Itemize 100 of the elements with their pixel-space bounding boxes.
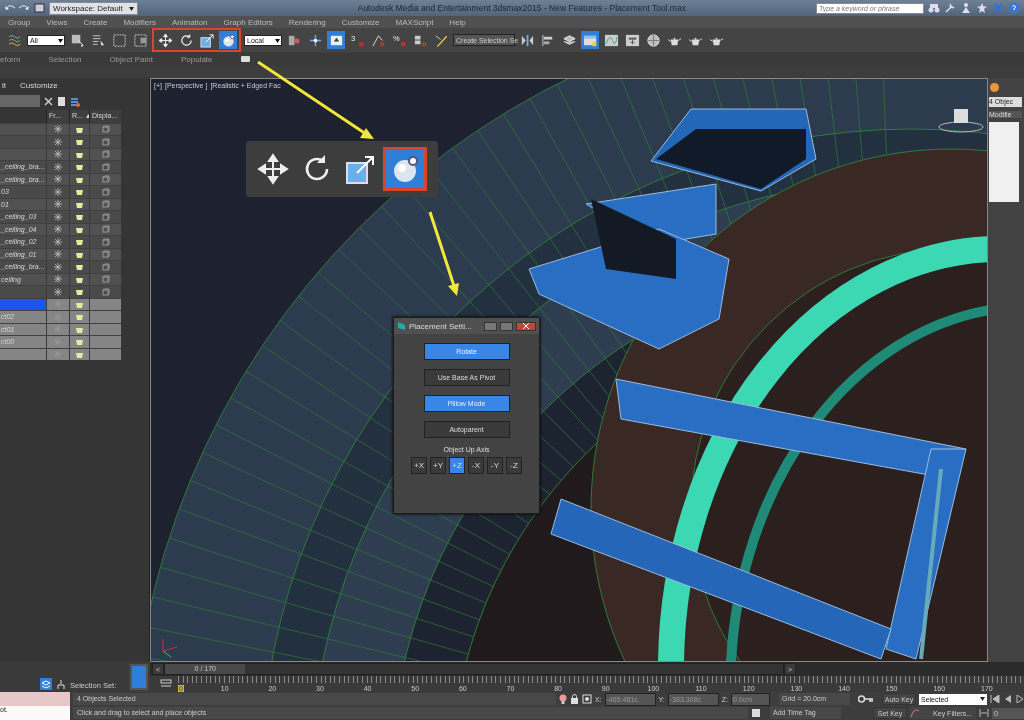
ribbon-tab[interactable]: Populate xyxy=(180,54,213,64)
menu-item[interactable]: Views xyxy=(46,17,68,27)
menu-item[interactable]: Animation xyxy=(171,17,208,27)
menu-item[interactable]: Modifiers xyxy=(123,17,156,27)
redo-icon[interactable] xyxy=(19,3,30,13)
close-icon[interactable] xyxy=(44,96,53,106)
explorer-row[interactable] xyxy=(0,135,121,148)
close-button[interactable] xyxy=(516,321,536,331)
project-folder-icon[interactable] xyxy=(34,3,45,13)
explorer-tool-icon[interactable] xyxy=(581,31,599,49)
menu-item[interactable]: MAXScript xyxy=(395,17,434,27)
menu-item[interactable]: Rendering xyxy=(288,17,326,27)
display-box-icon[interactable] xyxy=(101,150,110,159)
axis-button[interactable]: -Y xyxy=(487,457,503,474)
transform-mode-icon[interactable] xyxy=(581,694,592,704)
star-icon[interactable] xyxy=(976,2,988,14)
display-box-icon[interactable] xyxy=(101,125,110,134)
menu-item[interactable]: Group xyxy=(8,17,31,27)
place-tool-icon[interactable] xyxy=(219,31,237,49)
viewcube-icon[interactable] xyxy=(938,109,984,133)
maximize-button[interactable] xyxy=(500,321,513,331)
scale-tool-icon[interactable] xyxy=(198,31,216,49)
workspace-dropdown[interactable]: Workspace: Default xyxy=(49,1,138,15)
snowflake-icon[interactable] xyxy=(54,275,62,284)
snowflake-icon[interactable] xyxy=(54,287,62,296)
snowflake-icon[interactable] xyxy=(54,262,62,271)
axis-button[interactable]: +Y xyxy=(430,457,446,474)
hierarchy-icon[interactable] xyxy=(56,679,66,690)
snowflake-icon[interactable] xyxy=(54,200,62,209)
help-icon[interactable] xyxy=(1008,2,1020,14)
caret-icon xyxy=(58,38,63,43)
dialog-title: Placement Setti... xyxy=(409,321,473,331)
snowflake-icon[interactable] xyxy=(54,137,62,146)
snowflake-icon[interactable] xyxy=(54,175,62,184)
snowflake-icon[interactable] xyxy=(54,162,62,171)
axis-gizmo-icon xyxy=(162,638,178,658)
menu-item[interactable]: Create xyxy=(83,17,108,27)
person-icon[interactable] xyxy=(960,2,972,14)
display-box-icon[interactable] xyxy=(101,162,110,171)
ribbon-toggle-icon[interactable] xyxy=(240,56,250,62)
wrench-icon[interactable] xyxy=(944,2,956,14)
ribbon-tab[interactable]: eform xyxy=(0,54,21,64)
key-mode-icon[interactable] xyxy=(979,709,989,717)
go-to-start-icon[interactable] xyxy=(990,695,1000,703)
display-box-icon[interactable] xyxy=(101,262,110,271)
display-box-icon[interactable] xyxy=(101,237,110,246)
listener-field[interactable] xyxy=(0,692,70,706)
find-field[interactable] xyxy=(0,95,40,107)
layers-icon[interactable] xyxy=(40,678,52,690)
region-tool-icon[interactable] xyxy=(110,31,128,49)
display-box-icon[interactable] xyxy=(101,287,110,296)
explorer-row[interactable] xyxy=(0,122,121,135)
ribbon-tab[interactable]: Selection xyxy=(48,54,82,64)
menu-item[interactable]: Graph Editors xyxy=(223,17,273,27)
window-title: Autodesk Media and Entertainment 3dsmax2015 - New Features - Placement Tool.max xyxy=(356,3,687,13)
menu-item[interactable]: Customize xyxy=(341,17,380,27)
display-box-icon[interactable] xyxy=(101,212,110,221)
snowflake-icon[interactable] xyxy=(54,212,62,221)
display-box-icon[interactable] xyxy=(101,187,110,196)
track-bar-icon[interactable] xyxy=(160,679,172,689)
bulb-icon[interactable] xyxy=(558,693,567,705)
time-tag-icon[interactable] xyxy=(751,708,761,718)
snowflake-icon[interactable] xyxy=(54,187,62,196)
play-icon[interactable] xyxy=(1016,695,1024,703)
undo-icon[interactable] xyxy=(4,3,15,13)
caret-icon xyxy=(275,38,280,43)
lock-icon[interactable] xyxy=(569,694,579,704)
display-box-icon[interactable] xyxy=(101,175,110,184)
app-logo-icon xyxy=(397,321,406,331)
display-box-icon[interactable] xyxy=(101,137,110,146)
menu-item[interactable]: Help xyxy=(449,17,466,27)
display-box-icon[interactable] xyxy=(101,275,110,284)
page-icon[interactable] xyxy=(57,95,66,107)
snowflake-icon[interactable] xyxy=(54,237,62,246)
previous-frame-icon[interactable] xyxy=(1003,695,1013,703)
curve-icon xyxy=(910,708,920,718)
snowflake-icon[interactable] xyxy=(54,225,62,234)
display-box-icon[interactable] xyxy=(101,225,110,234)
axis-button[interactable]: +X xyxy=(411,457,427,474)
axis-button[interactable]: -Z xyxy=(506,457,522,474)
layers-icon[interactable] xyxy=(70,95,80,107)
snowflake-icon[interactable] xyxy=(54,125,62,134)
ribbon-tab[interactable]: Object Paint xyxy=(109,54,153,64)
material-tool-icon[interactable] xyxy=(644,31,662,49)
snowflake-icon[interactable] xyxy=(54,250,62,259)
move-tool-icon[interactable] xyxy=(156,31,174,49)
snowflake-icon[interactable] xyxy=(54,150,62,159)
minimize-button[interactable] xyxy=(484,321,497,331)
caret-icon xyxy=(128,6,134,11)
key-override-tool-icon[interactable] xyxy=(327,31,345,49)
explorer-menu-item[interactable]: Customize xyxy=(20,81,58,89)
display-box-icon[interactable] xyxy=(101,200,110,209)
explorer-menu-item[interactable]: it xyxy=(2,81,6,89)
x-icon xyxy=(523,322,529,329)
crossing-tool-icon[interactable] xyxy=(131,31,149,49)
display-box-icon[interactable] xyxy=(101,250,110,259)
place-tool-icon[interactable] xyxy=(386,150,424,188)
axis-button[interactable]: -X xyxy=(468,457,484,474)
binoculars-icon[interactable] xyxy=(928,2,940,14)
explorer-row[interactable] xyxy=(0,285,121,298)
